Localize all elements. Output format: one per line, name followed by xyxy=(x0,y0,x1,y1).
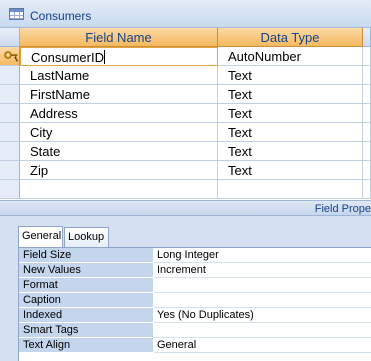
description-cell[interactable] xyxy=(363,161,371,180)
property-value-format[interactable] xyxy=(154,278,371,293)
property-value-caption[interactable] xyxy=(154,293,371,308)
property-value-text-align[interactable]: General xyxy=(154,338,371,353)
field-name-cell-consumerid[interactable]: ConsumerID xyxy=(20,47,218,66)
field-design-grid: Field Name Data Type ConsumerID AutoNumb… xyxy=(0,28,371,200)
field-name-cell-lastname[interactable]: LastName xyxy=(20,66,218,85)
field-properties-divider[interactable]: Field Prope xyxy=(0,200,371,216)
description-cell[interactable] xyxy=(363,104,371,123)
row-selector[interactable] xyxy=(0,142,20,161)
key-icon xyxy=(3,50,19,63)
property-label: Format xyxy=(19,278,154,293)
property-label: Text Align xyxy=(19,338,154,353)
tab-lookup[interactable]: Lookup xyxy=(64,227,109,247)
window-title: Consumers xyxy=(30,9,92,23)
description-cell[interactable] xyxy=(363,85,371,104)
general-properties-table: Field Size Long Integer New Values Incre… xyxy=(18,247,371,361)
property-value-field-size[interactable]: Long Integer xyxy=(154,248,371,263)
table-icon xyxy=(9,8,24,20)
description-column-header[interactable] xyxy=(363,28,371,47)
field-name-cell-new[interactable] xyxy=(20,180,218,199)
row-selector[interactable] xyxy=(0,161,20,180)
row-selector[interactable] xyxy=(0,66,20,85)
property-value-smart-tags[interactable] xyxy=(154,323,371,338)
data-type-cell-lastname[interactable]: Text xyxy=(218,66,363,85)
field-name-column-header[interactable]: Field Name xyxy=(20,28,218,47)
row-selector-consumerid[interactable] xyxy=(0,47,20,66)
property-label: New Values xyxy=(19,263,154,278)
property-label: Field Size xyxy=(19,248,154,263)
property-row-indexed[interactable]: Indexed Yes (No Duplicates) xyxy=(19,308,371,323)
description-cell[interactable] xyxy=(363,123,371,142)
field-name-cell-address[interactable]: Address xyxy=(20,104,218,123)
data-type-cell-new[interactable] xyxy=(218,180,363,199)
data-type-cell-consumerid[interactable]: AutoNumber xyxy=(218,47,363,66)
property-row-format[interactable]: Format xyxy=(19,278,371,293)
table-window-titlebar[interactable]: Consumers xyxy=(0,0,371,28)
property-row-new-values[interactable]: New Values Increment xyxy=(19,263,371,278)
property-row-smart-tags[interactable]: Smart Tags xyxy=(19,323,371,338)
row-selector[interactable] xyxy=(0,104,20,123)
field-name-cell-state[interactable]: State xyxy=(20,142,218,161)
tab-general[interactable]: General xyxy=(18,226,63,247)
field-name-cell-firstname[interactable]: FirstName xyxy=(20,85,218,104)
property-label: Smart Tags xyxy=(19,323,154,338)
field-properties-label: Field Prope xyxy=(314,203,371,215)
row-selector-header[interactable] xyxy=(0,28,20,47)
description-cell[interactable] xyxy=(363,180,371,199)
property-row-text-align[interactable]: Text Align General xyxy=(19,338,371,353)
property-label: Indexed xyxy=(19,308,154,323)
data-type-column-header[interactable]: Data Type xyxy=(218,28,363,47)
property-value-new-values[interactable]: Increment xyxy=(154,263,371,278)
property-row-caption[interactable]: Caption xyxy=(19,293,371,308)
data-type-cell-city[interactable]: Text xyxy=(218,123,363,142)
data-type-cell-zip[interactable]: Text xyxy=(218,161,363,180)
text-cursor xyxy=(103,50,105,64)
row-selector[interactable] xyxy=(0,85,20,104)
property-label: Caption xyxy=(19,293,154,308)
row-selector-new[interactable] xyxy=(0,180,20,199)
description-cell[interactable] xyxy=(363,142,371,161)
field-properties-pane: General Lookup Field Size Long Integer N… xyxy=(0,216,371,361)
property-row-field-size[interactable]: Field Size Long Integer xyxy=(19,248,371,263)
row-selector[interactable] xyxy=(0,123,20,142)
data-type-cell-address[interactable]: Text xyxy=(218,104,363,123)
data-type-cell-state[interactable]: Text xyxy=(218,142,363,161)
description-cell[interactable] xyxy=(363,66,371,85)
description-cell[interactable] xyxy=(363,47,371,66)
property-value-indexed[interactable]: Yes (No Duplicates) xyxy=(154,308,371,323)
field-name-cell-zip[interactable]: Zip xyxy=(20,161,218,180)
data-type-cell-firstname[interactable]: Text xyxy=(218,85,363,104)
field-name-cell-city[interactable]: City xyxy=(20,123,218,142)
